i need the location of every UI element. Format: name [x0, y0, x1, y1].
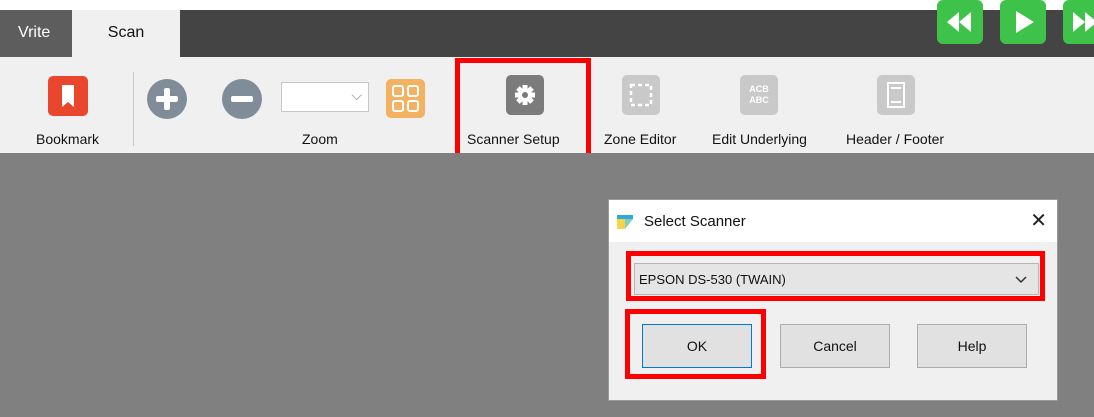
header-footer-button[interactable] [877, 75, 915, 115]
dialog-titlebar: Select Scanner ✕ [609, 200, 1057, 242]
header-footer-label: Header / Footer [846, 131, 945, 147]
zoom-out-icon[interactable] [222, 79, 262, 119]
help-button[interactable]: Help [917, 324, 1027, 368]
zone-editor-button[interactable] [622, 75, 660, 115]
chevron-down-icon: ⌵ [351, 87, 362, 103]
top-strip [0, 0, 1094, 10]
dialog-title: Select Scanner [644, 213, 746, 230]
highlight-ok-button [625, 309, 766, 379]
zone-icon [629, 83, 653, 107]
grid-view-button[interactable] [386, 79, 425, 118]
close-icon[interactable]: ✕ [1030, 208, 1047, 233]
rewind-button[interactable] [937, 0, 983, 44]
zoom-select[interactable]: ⌵ [281, 82, 369, 112]
zone-editor-label: Zone Editor [604, 131, 677, 147]
play-icon [1016, 11, 1034, 33]
bookmark-icon [62, 85, 74, 107]
bookmark-label: Bookmark [36, 131, 100, 147]
highlight-scanner-select [626, 251, 1045, 301]
zoom-label: Zoom [302, 131, 338, 147]
bookmark-button[interactable] [48, 76, 88, 116]
tab-write[interactable]: Vrite [0, 10, 72, 57]
ribbon-separator [133, 72, 134, 146]
forward-icon [1073, 12, 1094, 32]
edit-underlying-label: Edit Underlying [712, 131, 807, 147]
highlight-scanner-setup [455, 58, 591, 162]
edit-underlying-button[interactable]: ACB ABC [740, 75, 778, 115]
grid-icon [392, 85, 404, 97]
rewind-icon [947, 12, 971, 32]
app-icon [617, 215, 633, 229]
forward-button[interactable] [1063, 0, 1094, 44]
page-icon [887, 82, 905, 108]
zoom-in-icon[interactable] [147, 79, 187, 119]
edit-underlying-icon: ACB ABC [749, 84, 769, 105]
tab-scan[interactable]: Scan [72, 10, 180, 57]
play-button[interactable] [1000, 0, 1046, 44]
cancel-button[interactable]: Cancel [780, 324, 890, 368]
